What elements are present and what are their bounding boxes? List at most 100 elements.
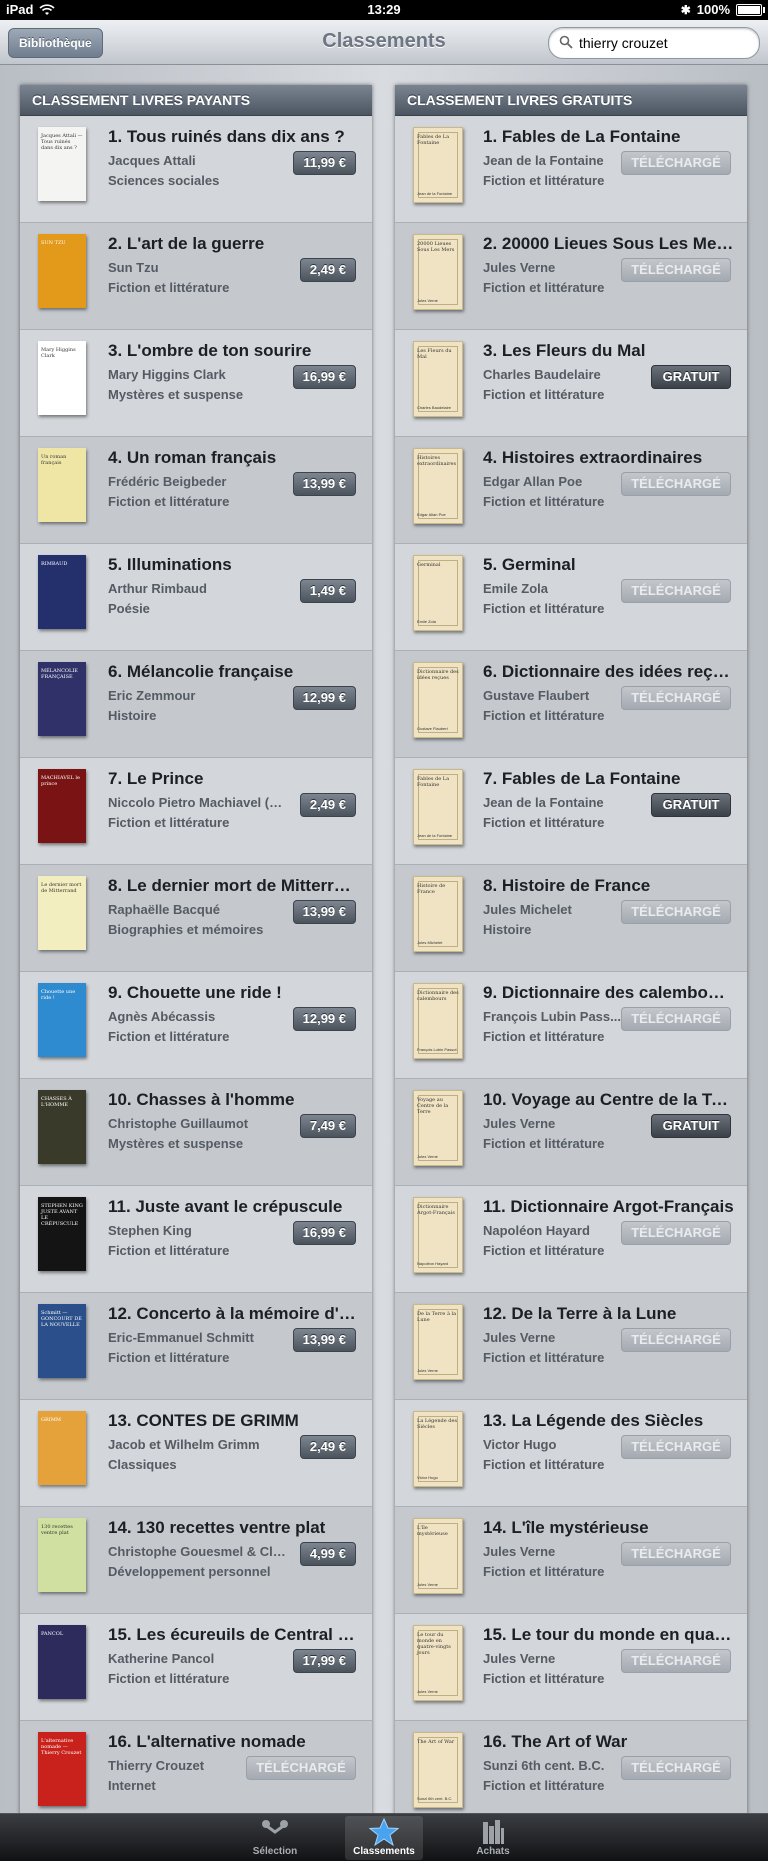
price-button[interactable]: 2,49 € bbox=[299, 258, 356, 282]
search-field[interactable]: thierry crouzet bbox=[548, 27, 760, 59]
price-button[interactable]: 2,49 € bbox=[299, 1435, 356, 1459]
downloaded-button[interactable]: TÉLÉCHARGÉ bbox=[621, 579, 731, 603]
book-cover[interactable]: Les Fleurs du Mal Charles Baudelaire bbox=[413, 341, 463, 417]
book-row[interactable]: STEPHEN KING JUSTE AVANT LE CRÉPUSCULE 11… bbox=[20, 1186, 372, 1293]
book-title[interactable]: 14. L'île mystérieuse bbox=[483, 1518, 735, 1538]
book-title[interactable]: 5. Illuminations bbox=[108, 555, 360, 575]
book-row[interactable]: Fables de La Fontaine Jean de la Fontaine… bbox=[395, 758, 747, 865]
downloaded-button[interactable]: TÉLÉCHARGÉ bbox=[621, 1328, 731, 1352]
free-button[interactable]: GRATUIT bbox=[651, 793, 731, 817]
book-row[interactable]: PANCOL 15. Les écureuils de Central P... K… bbox=[20, 1614, 372, 1721]
tab-classements[interactable]: Classements bbox=[345, 1816, 423, 1860]
price-button[interactable]: 13,99 € bbox=[292, 1328, 356, 1352]
book-cover[interactable]: The Art of War Sunzi 6th cent. B.C. bbox=[413, 1732, 463, 1808]
book-row[interactable]: Voyage au Centre de la Terre Jules Verne 1… bbox=[395, 1079, 747, 1186]
book-title[interactable]: 7. Fables de La Fontaine bbox=[483, 769, 735, 789]
price-button[interactable]: 11,99 € bbox=[293, 151, 356, 175]
book-row[interactable]: Jacques Attali — Tous ruinés dans dix an… bbox=[20, 116, 372, 223]
book-row[interactable]: Les Fleurs du Mal Charles Baudelaire 3. Le… bbox=[395, 330, 747, 437]
price-button[interactable]: 4,99 € bbox=[299, 1542, 356, 1566]
book-title[interactable]: 15. Le tour du monde en quatr... bbox=[483, 1625, 735, 1645]
book-title[interactable]: 2. 20000 Lieues Sous Les Mer... bbox=[483, 234, 735, 254]
book-row[interactable]: Schmitt — GONCOURT DE LA NOUVELLE 12. Con… bbox=[20, 1293, 372, 1400]
book-cover[interactable]: CHASSES À L'HOMME bbox=[38, 1090, 86, 1164]
book-cover[interactable]: SUN TZU bbox=[38, 234, 86, 308]
downloaded-button[interactable]: TÉLÉCHARGÉ bbox=[621, 1221, 731, 1245]
book-title[interactable]: 4. Histoires extraordinaires bbox=[483, 448, 735, 468]
book-title[interactable]: 12. Concerto à la mémoire d'u... bbox=[108, 1304, 360, 1324]
downloaded-button[interactable]: TÉLÉCHARGÉ bbox=[621, 686, 731, 710]
book-cover[interactable]: Dictionnaire Argot-Français Napoléon Haya… bbox=[413, 1197, 463, 1273]
book-cover[interactable]: Fables de La Fontaine Jean de la Fontaine bbox=[413, 127, 463, 203]
book-row[interactable]: Dictionnaire Argot-Français Napoléon Haya… bbox=[395, 1186, 747, 1293]
book-title[interactable]: 1. Fables de La Fontaine bbox=[483, 127, 735, 147]
price-button[interactable]: 13,99 € bbox=[292, 900, 356, 924]
book-row[interactable]: Dictionnaire des calembours François Lubi… bbox=[395, 972, 747, 1079]
price-button[interactable]: 1,49 € bbox=[299, 579, 356, 603]
book-cover[interactable]: 20000 Lieues Sous Les Mers Jules Verne bbox=[413, 234, 463, 310]
book-cover[interactable]: 130 recettes ventre plat bbox=[38, 1518, 86, 1592]
tab-selection[interactable]: Sélection bbox=[236, 1816, 314, 1860]
book-cover[interactable]: Germinal Emile Zola bbox=[413, 555, 463, 631]
price-button[interactable]: 16,99 € bbox=[292, 365, 356, 389]
free-button[interactable]: GRATUIT bbox=[651, 365, 731, 389]
book-title[interactable]: 11. Dictionnaire Argot-Français bbox=[483, 1197, 735, 1217]
book-cover[interactable]: Le dernier mort de Mitterrand bbox=[38, 876, 86, 950]
book-cover[interactable]: PANCOL bbox=[38, 1625, 86, 1699]
book-row[interactable]: Fables de La Fontaine Jean de la Fontaine… bbox=[395, 116, 747, 223]
book-row[interactable]: Mary Higgins Clark 3. L'ombre de ton sour… bbox=[20, 330, 372, 437]
book-title[interactable]: 8. Histoire de France bbox=[483, 876, 735, 896]
book-cover[interactable]: Chouette une ride ! bbox=[38, 983, 86, 1057]
book-title[interactable]: 11. Juste avant le crépuscule bbox=[108, 1197, 360, 1217]
book-row[interactable]: RIMBAUD 5. Illuminations Arthur Rimbaud Poé… bbox=[20, 544, 372, 651]
book-title[interactable]: 9. Chouette une ride ! bbox=[108, 983, 360, 1003]
book-row[interactable]: Dictionnaire des idées reçues Gustave Fla… bbox=[395, 651, 747, 758]
book-cover[interactable]: L'île mystérieuse Jules Verne bbox=[413, 1518, 463, 1594]
book-title[interactable]: 3. Les Fleurs du Mal bbox=[483, 341, 735, 361]
downloaded-button[interactable]: TÉLÉCHARGÉ bbox=[621, 900, 731, 924]
book-row[interactable]: Chouette une ride ! 9. Chouette une ride … bbox=[20, 972, 372, 1079]
book-cover[interactable]: Mary Higgins Clark bbox=[38, 341, 86, 415]
book-title[interactable]: 16. The Art of War bbox=[483, 1732, 735, 1752]
book-row[interactable]: L'île mystérieuse Jules Verne 14. L'île my… bbox=[395, 1507, 747, 1614]
book-title[interactable]: 3. L'ombre de ton sourire bbox=[108, 341, 360, 361]
downloaded-button[interactable]: TÉLÉCHARGÉ bbox=[621, 151, 731, 175]
book-title[interactable]: 12. De la Terre à la Lune bbox=[483, 1304, 735, 1324]
book-cover[interactable]: RIMBAUD bbox=[38, 555, 86, 629]
book-title[interactable]: 13. CONTES DE GRIMM bbox=[108, 1411, 360, 1431]
book-title[interactable]: 7. Le Prince bbox=[108, 769, 360, 789]
book-row[interactable]: Le tour du monde en quatre-vingts jours J… bbox=[395, 1614, 747, 1721]
book-title[interactable]: 2. L'art de la guerre bbox=[108, 234, 360, 254]
downloaded-button[interactable]: TÉLÉCHARGÉ bbox=[246, 1756, 356, 1780]
book-cover[interactable]: GRIMM bbox=[38, 1411, 86, 1485]
book-cover[interactable]: Voyage au Centre de la Terre Jules Verne bbox=[413, 1090, 463, 1166]
book-cover[interactable]: La Légende des Siècles Victor Hugo bbox=[413, 1411, 463, 1487]
free-button[interactable]: GRATUIT bbox=[651, 1114, 731, 1138]
book-title[interactable]: 8. Le dernier mort de Mitterrand bbox=[108, 876, 360, 896]
book-title[interactable]: 15. Les écureuils de Central P... bbox=[108, 1625, 360, 1645]
price-button[interactable]: 13,99 € bbox=[292, 472, 356, 496]
price-button[interactable]: 7,49 € bbox=[299, 1114, 356, 1138]
book-cover[interactable]: Dictionnaire des calembours François Lubi… bbox=[413, 983, 463, 1059]
book-cover[interactable]: MACHIAVEL le prince bbox=[38, 769, 86, 843]
book-row[interactable]: GRIMM 13. CONTES DE GRIMM Jacob et Wilhelm… bbox=[20, 1400, 372, 1507]
book-cover[interactable]: MÉLANCOLIE FRANÇAISE bbox=[38, 662, 86, 736]
book-title[interactable]: 9. Dictionnaire des calembour... bbox=[483, 983, 735, 1003]
book-title[interactable]: 14. 130 recettes ventre plat bbox=[108, 1518, 360, 1538]
book-title[interactable]: 5. Germinal bbox=[483, 555, 735, 575]
downloaded-button[interactable]: TÉLÉCHARGÉ bbox=[621, 1649, 731, 1673]
book-row[interactable]: MACHIAVEL le prince 7. Le Prince Niccolo P… bbox=[20, 758, 372, 865]
book-title[interactable]: 16. L'alternative nomade bbox=[108, 1732, 360, 1752]
price-button[interactable]: 12,99 € bbox=[292, 1007, 356, 1031]
book-row[interactable]: Histoire de France Jules Michelet 8. Histo… bbox=[395, 865, 747, 972]
book-title[interactable]: 6. Dictionnaire des idées reçues bbox=[483, 662, 735, 682]
downloaded-button[interactable]: TÉLÉCHARGÉ bbox=[621, 258, 731, 282]
book-title[interactable]: 4. Un roman français bbox=[108, 448, 360, 468]
book-row[interactable]: Histoires extraordinaires Edgar Allan Poe… bbox=[395, 437, 747, 544]
book-title[interactable]: 13. La Légende des Siècles bbox=[483, 1411, 735, 1431]
book-title[interactable]: 6. Mélancolie française bbox=[108, 662, 360, 682]
book-cover[interactable]: Schmitt — GONCOURT DE LA NOUVELLE bbox=[38, 1304, 86, 1378]
book-cover[interactable]: L'alternative nomade — Thierry Crouzet bbox=[38, 1732, 86, 1806]
downloaded-button[interactable]: TÉLÉCHARGÉ bbox=[621, 1756, 731, 1780]
book-row[interactable]: La Légende des Siècles Victor Hugo 13. La … bbox=[395, 1400, 747, 1507]
